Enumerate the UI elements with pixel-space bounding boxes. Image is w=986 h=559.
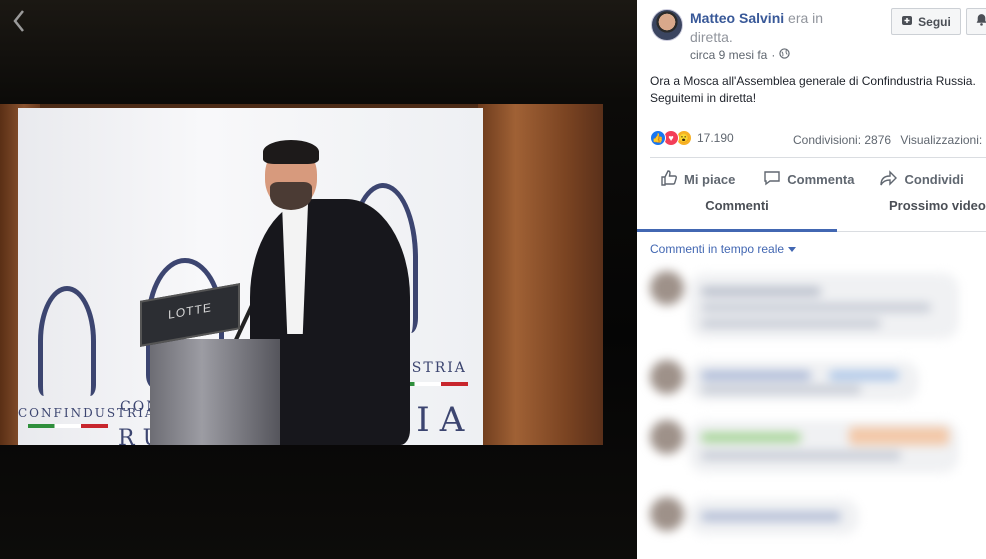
- caret-down-icon: [788, 242, 797, 256]
- comment-icon: [763, 169, 781, 190]
- post-actions: Mi piace Commenta Condividi: [650, 166, 986, 192]
- comment-button[interactable]: Commenta: [763, 166, 854, 192]
- back-arrow-icon[interactable]: [8, 8, 30, 34]
- tab-next-video[interactable]: Prossimo video: [889, 194, 986, 232]
- panel-tabs: Commenti Prossimo video: [637, 194, 986, 232]
- comment-line: [701, 319, 881, 328]
- video-frame[interactable]: CONFINDUSTRIA CONFINDU USTRIA RUSSI SIA …: [0, 104, 603, 445]
- podium-label: LOTTE: [168, 300, 212, 322]
- thumbs-up-icon: [660, 169, 678, 190]
- post-time[interactable]: circa 9 mesi fa: [690, 48, 767, 62]
- beard: [270, 182, 312, 210]
- follow-button[interactable]: Segui: [891, 8, 961, 35]
- share-button[interactable]: Condividi: [880, 166, 964, 192]
- comments-filter-label: Commenti in tempo reale: [650, 242, 785, 256]
- comment-line: [701, 451, 901, 460]
- divider: [650, 157, 986, 158]
- comment-line: [701, 433, 801, 442]
- commenter-avatar: [650, 497, 684, 531]
- author-line: Matteo Salvini era in diretta.: [690, 9, 840, 47]
- globe-icon: [779, 48, 791, 62]
- reactions-count: 17.190: [697, 131, 734, 145]
- avatar[interactable]: [651, 9, 683, 41]
- notifications-button[interactable]: [966, 8, 986, 35]
- like-reaction-icon: 👍: [650, 130, 666, 146]
- eagle-logo-icon: [38, 286, 96, 396]
- wall-right: [478, 104, 603, 445]
- reactions-summary[interactable]: 👍 ♥ 😮 17.190: [650, 130, 734, 146]
- commenter-avatar: [650, 420, 684, 454]
- comment-bubble: [689, 361, 919, 401]
- comment-line: [701, 371, 811, 380]
- italy-stripe: [28, 424, 108, 428]
- commenter-avatar: [650, 360, 684, 394]
- meta-separator: ·: [771, 48, 776, 62]
- comment-bubble: [689, 273, 959, 339]
- comment-bubble: [689, 499, 859, 535]
- comment-line: [849, 427, 949, 445]
- comments-list-blurred: [637, 265, 986, 559]
- post-meta: circa 9 mesi fa ·: [690, 48, 791, 62]
- post-panel: Matteo Salvini era in diretta. circa 9 m…: [637, 0, 986, 559]
- post-stats: Condivisioni: 2876 Visualizzazioni: 3: [793, 133, 986, 147]
- comment-line: [701, 512, 841, 521]
- hair: [263, 140, 319, 164]
- like-button[interactable]: Mi piace: [660, 166, 735, 192]
- follow-label: Segui: [918, 14, 951, 29]
- scroll-fade: [972, 265, 986, 559]
- share-label: Condividi: [904, 171, 964, 187]
- share-icon: [880, 169, 898, 190]
- podium: [150, 339, 280, 445]
- comment-label: Commenta: [787, 171, 855, 187]
- shares-count[interactable]: Condivisioni: 2876: [793, 133, 891, 147]
- post-text: Ora a Mosca all'Assemblea generale di Co…: [650, 74, 976, 105]
- comment-line: [701, 303, 931, 312]
- comment-line: [701, 287, 821, 296]
- commenter-avatar: [650, 271, 684, 305]
- tab-comments[interactable]: Commenti: [637, 194, 837, 232]
- author-name-link[interactable]: Matteo Salvini: [690, 10, 784, 26]
- comment-line: [829, 371, 899, 380]
- follow-icon: [901, 14, 913, 29]
- comment-line: [701, 385, 861, 394]
- bell-icon: [975, 13, 986, 31]
- comment-bubble: [689, 421, 959, 473]
- comments-filter-dropdown[interactable]: Commenti in tempo reale: [650, 242, 797, 256]
- views-count: Visualizzazioni: 3: [900, 133, 986, 147]
- video-viewer[interactable]: CONFINDUSTRIA CONFINDU USTRIA RUSSI SIA …: [0, 0, 637, 559]
- like-label: Mi piace: [684, 171, 736, 187]
